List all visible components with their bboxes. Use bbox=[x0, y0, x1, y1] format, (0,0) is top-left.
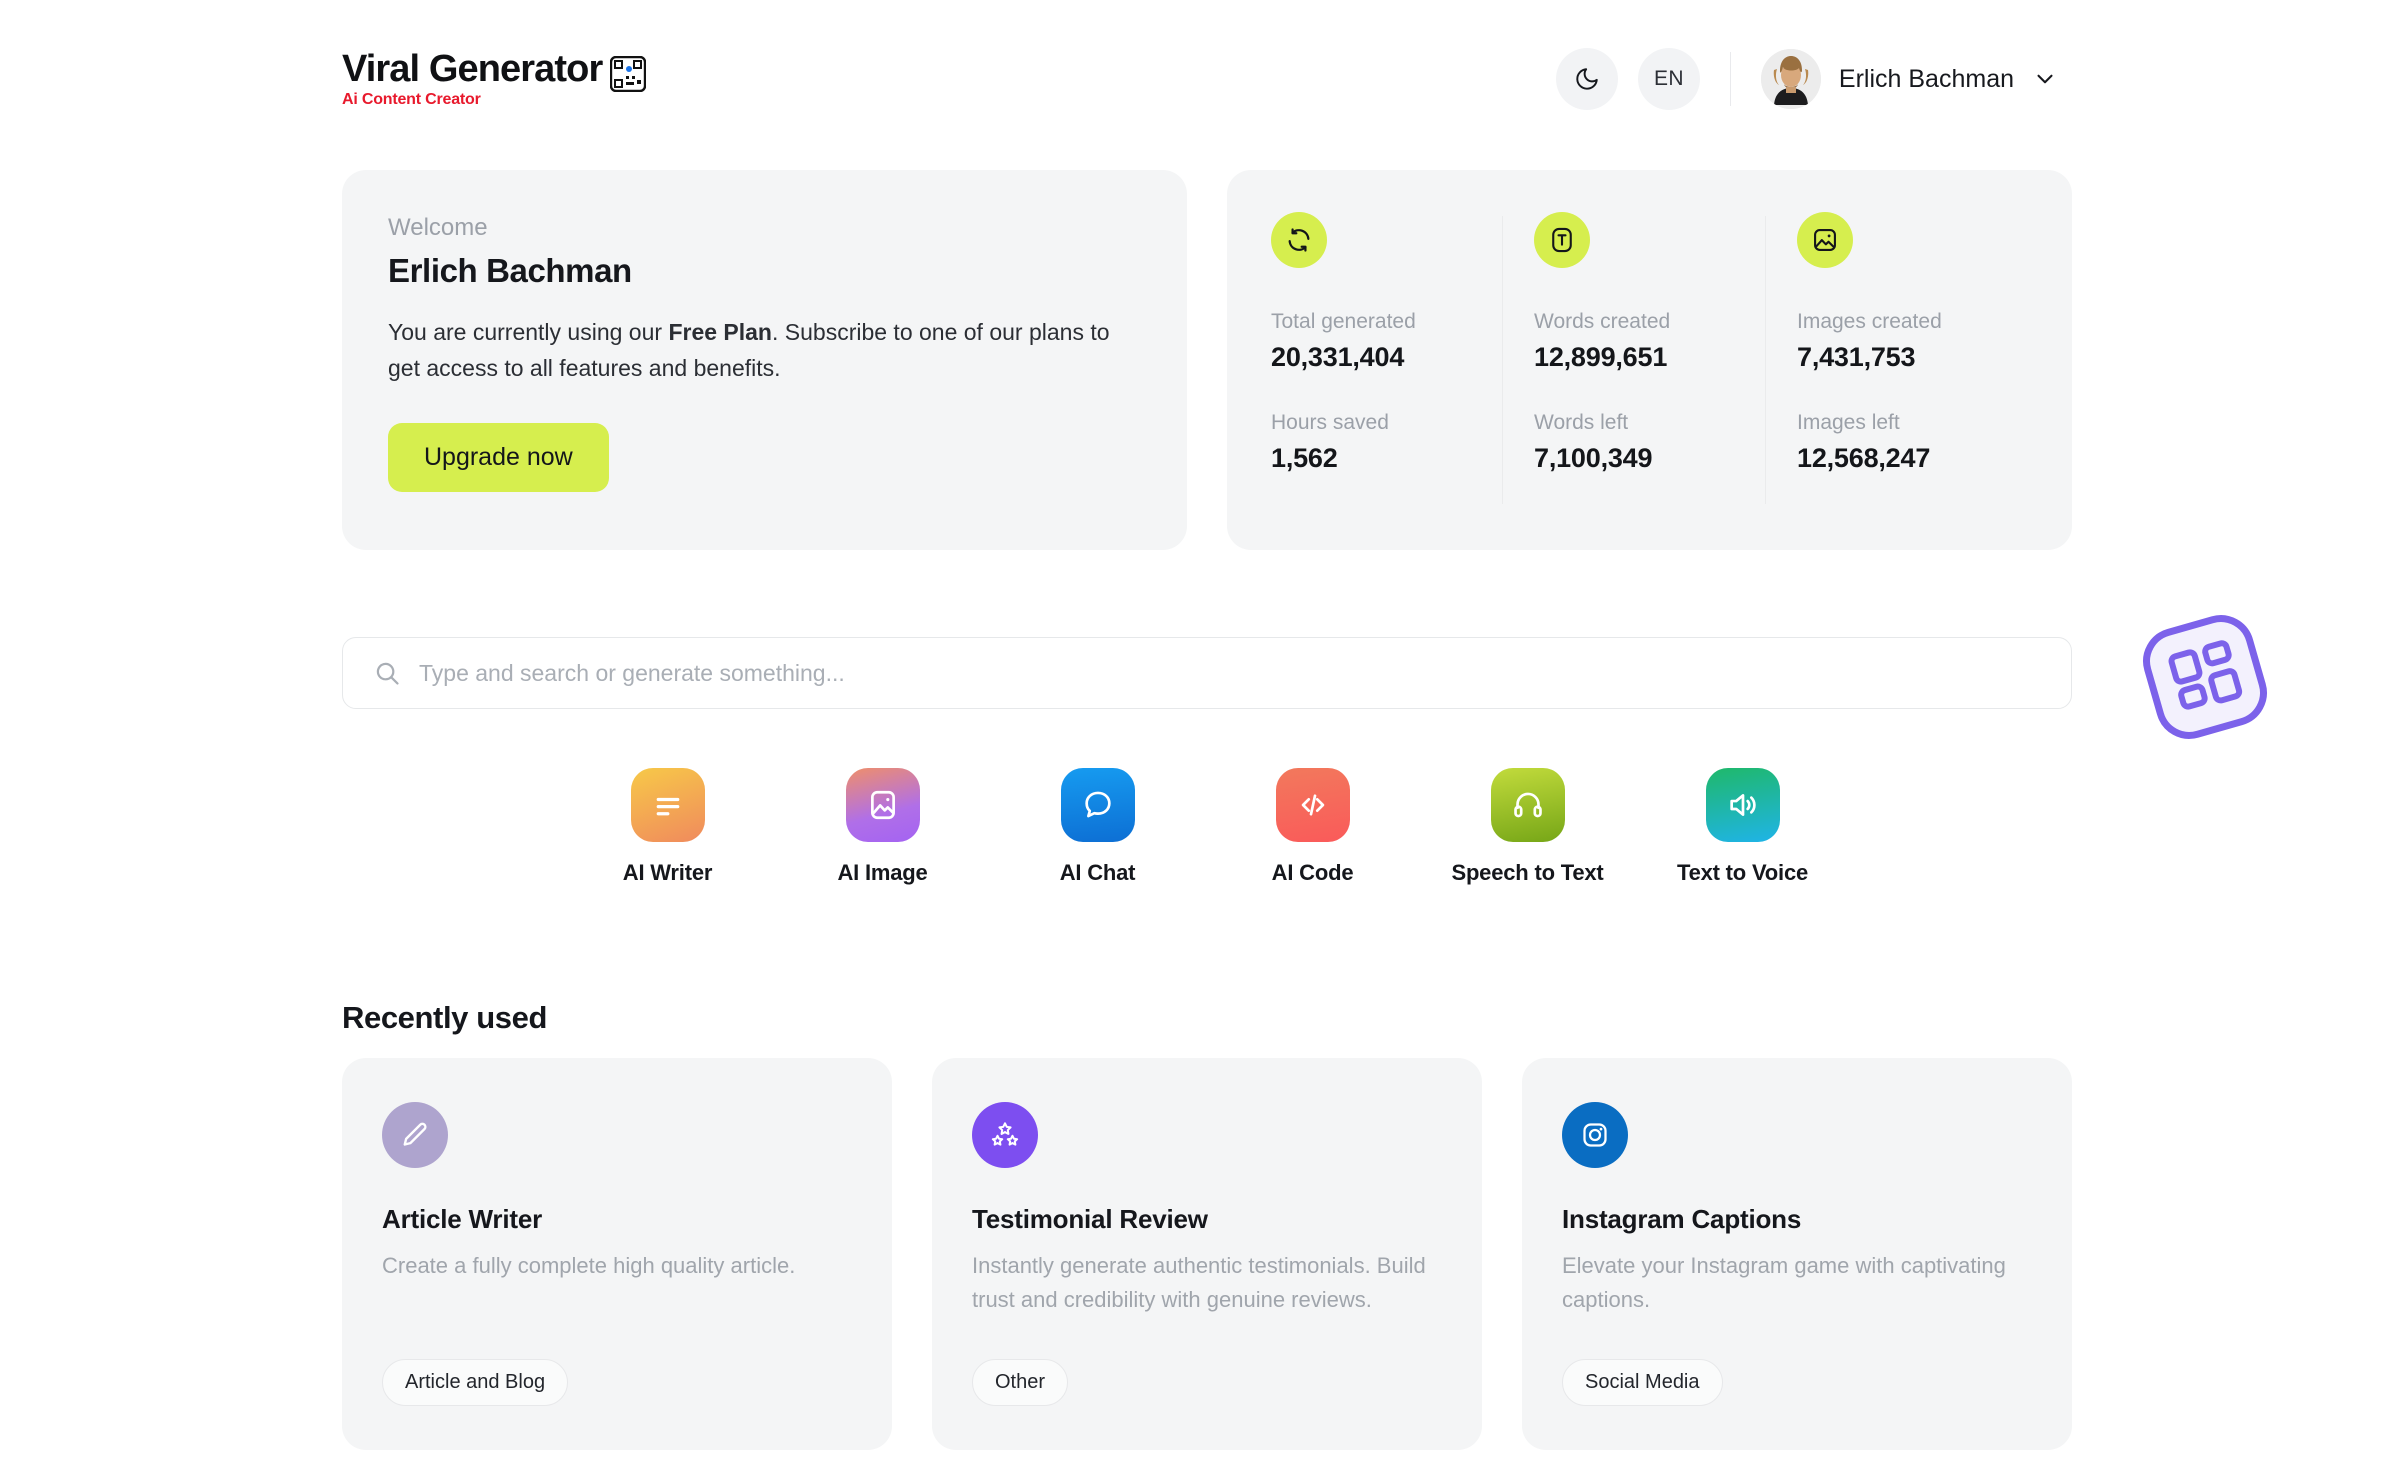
pencil-icon bbox=[403, 1122, 427, 1146]
tool-ai-writer[interactable]: AI Writer bbox=[560, 768, 775, 886]
recent-card-article-writer[interactable]: Article Writer Create a fully complete h… bbox=[342, 1058, 892, 1450]
theme-toggle-button[interactable] bbox=[1555, 48, 1618, 110]
language-button[interactable]: EN bbox=[1637, 48, 1700, 110]
welcome-label: Welcome bbox=[388, 214, 488, 241]
brand-tagline: Ai Content Creator bbox=[342, 91, 481, 108]
recent-card-description: Create a fully complete high quality art… bbox=[382, 1253, 796, 1278]
recent-card-icon-badge bbox=[382, 1102, 448, 1168]
stat-label: Words created bbox=[1534, 310, 1671, 333]
page-title: Recently used bbox=[342, 1000, 547, 1035]
recent-card-tag[interactable]: Article and Blog bbox=[382, 1359, 569, 1406]
search-box[interactable] bbox=[342, 637, 2072, 709]
stat-value-secondary: 1,562 bbox=[1271, 443, 1338, 473]
tool-icon-badge bbox=[630, 768, 705, 842]
stat-column-words-created: Words created 12,899,651 Words left 7,10… bbox=[1502, 212, 1765, 508]
speaker-icon bbox=[1729, 794, 1756, 816]
recent-card-tag[interactable]: Social Media bbox=[1562, 1359, 1723, 1406]
stat-badge bbox=[1271, 212, 1327, 268]
stat-label-secondary: Images left bbox=[1797, 411, 1900, 434]
recent-card-description: Elevate your Instagram game with captiva… bbox=[1562, 1253, 2006, 1313]
chat-bubble-icon bbox=[1084, 791, 1111, 818]
tool-ai-code[interactable]: AI Code bbox=[1205, 768, 1420, 886]
tool-label: AI Image bbox=[837, 860, 928, 885]
qr-code-icon bbox=[610, 56, 647, 92]
tool-icon-badge bbox=[845, 768, 920, 842]
stat-column-total-generated: Total generated 20,331,404 Hours saved 1… bbox=[1271, 212, 1502, 508]
stat-value-secondary: 7,100,349 bbox=[1534, 443, 1653, 473]
brand-logo-text: Viral Generator Ai Content Creator bbox=[342, 48, 603, 108]
tool-icon-badge bbox=[1490, 768, 1565, 842]
recent-card-testimonial-review[interactable]: Testimonial Review Instantly generate au… bbox=[932, 1058, 1482, 1450]
floating-apps-widget[interactable] bbox=[2132, 604, 2278, 750]
tool-ai-image[interactable]: AI Image bbox=[775, 768, 990, 886]
brand-logo[interactable]: Viral Generator Ai Content Creator bbox=[342, 48, 647, 108]
tool-label: Text to Voice bbox=[1676, 860, 1809, 885]
welcome-desc-before: You are currently using our bbox=[388, 319, 669, 345]
recent-card-title: Testimonial Review bbox=[972, 1204, 1208, 1234]
stat-value: 7,431,753 bbox=[1797, 342, 1916, 372]
recent-card-title: Article Writer bbox=[382, 1204, 542, 1234]
tool-label: AI Chat bbox=[1059, 860, 1136, 885]
welcome-description: You are currently using our Free Plan. S… bbox=[388, 314, 1141, 387]
stat-column-images-created: Images created 7,431,753 Images left 12,… bbox=[1765, 212, 2028, 508]
search-bar bbox=[342, 637, 2072, 709]
stat-badge bbox=[1797, 212, 1853, 268]
code-icon bbox=[1301, 794, 1324, 816]
stat-label-secondary: Words left bbox=[1534, 411, 1629, 434]
moon-icon bbox=[1576, 68, 1598, 90]
refresh-cycle-icon bbox=[1288, 228, 1310, 252]
tool-icon-badge bbox=[1060, 768, 1135, 842]
header-divider bbox=[1729, 52, 1731, 106]
stat-badge bbox=[1534, 212, 1590, 268]
tool-ai-chat[interactable]: AI Chat bbox=[990, 768, 1205, 886]
text-box-icon bbox=[1552, 227, 1572, 253]
tool-label: AI Code bbox=[1271, 860, 1354, 885]
recent-card-title: Instagram Captions bbox=[1562, 1204, 1802, 1234]
recently-used-list: Article Writer Create a fully complete h… bbox=[342, 1058, 2072, 1450]
header-actions: EN Erlich Bachman bbox=[1555, 48, 2058, 110]
dashboard-page: Viral Generator Ai Content Creator EN Er… bbox=[0, 0, 2400, 1480]
stat-label: Images created bbox=[1797, 310, 1942, 333]
tool-text-to-voice[interactable]: Text to Voice bbox=[1635, 768, 1850, 886]
recent-card-icon-badge bbox=[1562, 1102, 1628, 1168]
brand-title: Viral Generator bbox=[342, 48, 603, 90]
welcome-card: Welcome Erlich Bachman You are currently… bbox=[342, 170, 1187, 550]
welcome-plan-name: Free Plan bbox=[668, 319, 772, 345]
upgrade-now-button[interactable]: Upgrade now bbox=[388, 422, 609, 492]
lines-icon bbox=[656, 797, 679, 816]
tool-icon-badge bbox=[1275, 768, 1350, 842]
stat-label: Total generated bbox=[1271, 310, 1416, 333]
tool-shortcuts: AI Writer AI Image AI Chat AI Code Speec… bbox=[560, 768, 1850, 886]
tool-icon-badge bbox=[1705, 768, 1780, 842]
recent-card-instagram-captions[interactable]: Instagram Captions Elevate your Instagra… bbox=[1522, 1058, 2072, 1450]
stat-label-secondary: Hours saved bbox=[1271, 411, 1389, 434]
instagram-icon bbox=[1583, 1123, 1607, 1147]
search-icon bbox=[376, 662, 399, 685]
recent-card-tag[interactable]: Other bbox=[972, 1359, 1069, 1406]
tool-speech-to-text[interactable]: Speech to Text bbox=[1420, 768, 1635, 886]
tool-label: AI Writer bbox=[622, 860, 713, 885]
image-icon bbox=[1814, 229, 1836, 251]
user-menu[interactable]: Erlich Bachman bbox=[1760, 49, 2058, 109]
stat-value: 20,331,404 bbox=[1271, 342, 1405, 372]
tool-label: Speech to Text bbox=[1451, 860, 1604, 885]
image-icon bbox=[870, 790, 895, 820]
app-header: Viral Generator Ai Content Creator EN Er… bbox=[0, 0, 2400, 158]
stats-card: Total generated 20,331,404 Hours saved 1… bbox=[1227, 170, 2072, 550]
recent-card-icon-badge bbox=[972, 1102, 1038, 1168]
user-name: Erlich Bachman bbox=[1838, 64, 2014, 93]
avatar bbox=[1760, 49, 1821, 109]
three-stars-icon bbox=[991, 1122, 1019, 1146]
chevron-down-icon[interactable] bbox=[2032, 66, 2058, 92]
headphones-icon bbox=[1513, 792, 1542, 818]
stat-value-secondary: 12,568,247 bbox=[1797, 443, 1931, 473]
summary-row: Welcome Erlich Bachman You are currently… bbox=[342, 170, 2072, 550]
stat-value: 12,899,651 bbox=[1534, 342, 1668, 372]
search-input[interactable] bbox=[419, 659, 2041, 687]
grid-apps-icon bbox=[2143, 615, 2267, 739]
welcome-user-name: Erlich Bachman bbox=[388, 252, 632, 289]
recent-card-description: Instantly generate authentic testimonial… bbox=[972, 1253, 1426, 1313]
